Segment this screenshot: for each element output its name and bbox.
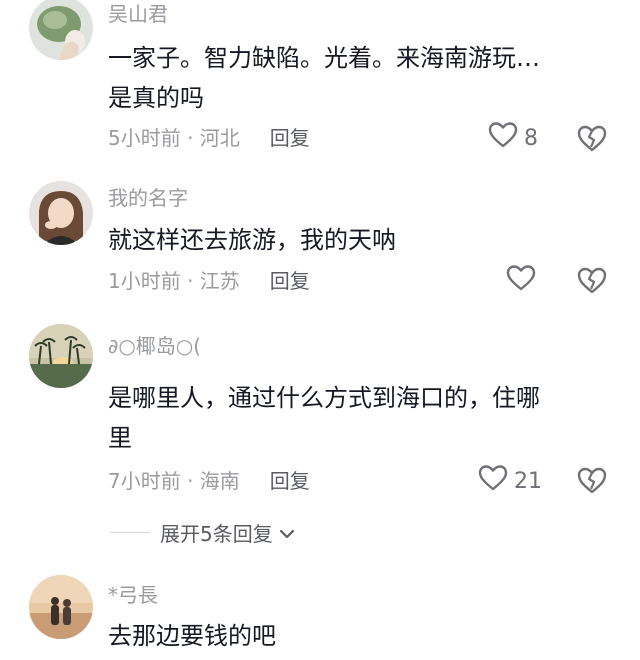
avatar[interactable] [29,324,93,388]
avatar[interactable] [29,0,93,60]
like-button[interactable]: 8 [488,121,538,155]
like-button[interactable]: 21 [478,464,542,498]
like-button[interactable] [506,264,536,298]
username[interactable]: ∂○椰岛○( [108,334,201,358]
avatar[interactable] [29,181,93,245]
username[interactable]: 吴山君 [108,2,168,26]
username[interactable]: 我的名字 [108,186,188,210]
like-count: 21 [514,468,542,494]
username-decoration: ○( [175,334,202,358]
reply-button[interactable]: 回复 [270,469,310,493]
dislike-button[interactable] [576,465,608,499]
broken-heart-icon [576,267,608,299]
comment-time-location: 1小时前 · 江苏 [108,269,240,293]
heart-outline-icon [478,464,508,498]
like-count: 8 [524,125,538,151]
expand-replies-label: 展开5条回复 [160,522,273,546]
reply-button[interactable]: 回复 [270,269,310,293]
chevron-down-icon [273,521,295,545]
heart-outline-icon [506,264,536,298]
dislike-button[interactable] [576,265,608,299]
comment-text: 就这样还去旅游，我的天呐 [108,226,396,254]
comment-text: 是哪里人，通过什么方式到海口的，住哪 里 [108,384,540,452]
divider [110,532,150,533]
comment-meta: 1小时前 · 江苏 回复 [108,269,310,293]
dislike-button[interactable] [576,123,608,157]
comment-meta: 7小时前 · 海南 回复 [108,469,310,493]
comment-text: 一家子。智力缺陷。光着。来海南游玩… 是真的吗 [108,44,540,112]
expand-replies-button[interactable]: 展开5条回复 [110,518,295,547]
username[interactable]: *弓長 [108,583,158,607]
comment-meta: 5小时前 · 河北 回复 [108,126,310,150]
broken-heart-icon [576,467,608,499]
avatar[interactable] [29,575,93,639]
heart-outline-icon [488,121,518,155]
username-decoration: ∂○ [108,334,136,358]
reply-button[interactable]: 回复 [270,126,310,150]
comment-text: 去那边要钱的吧 [108,622,276,650]
comment-time-location: 5小时前 · 河北 [108,126,240,150]
broken-heart-icon [576,125,608,157]
comment-time-location: 7小时前 · 海南 [108,469,240,493]
